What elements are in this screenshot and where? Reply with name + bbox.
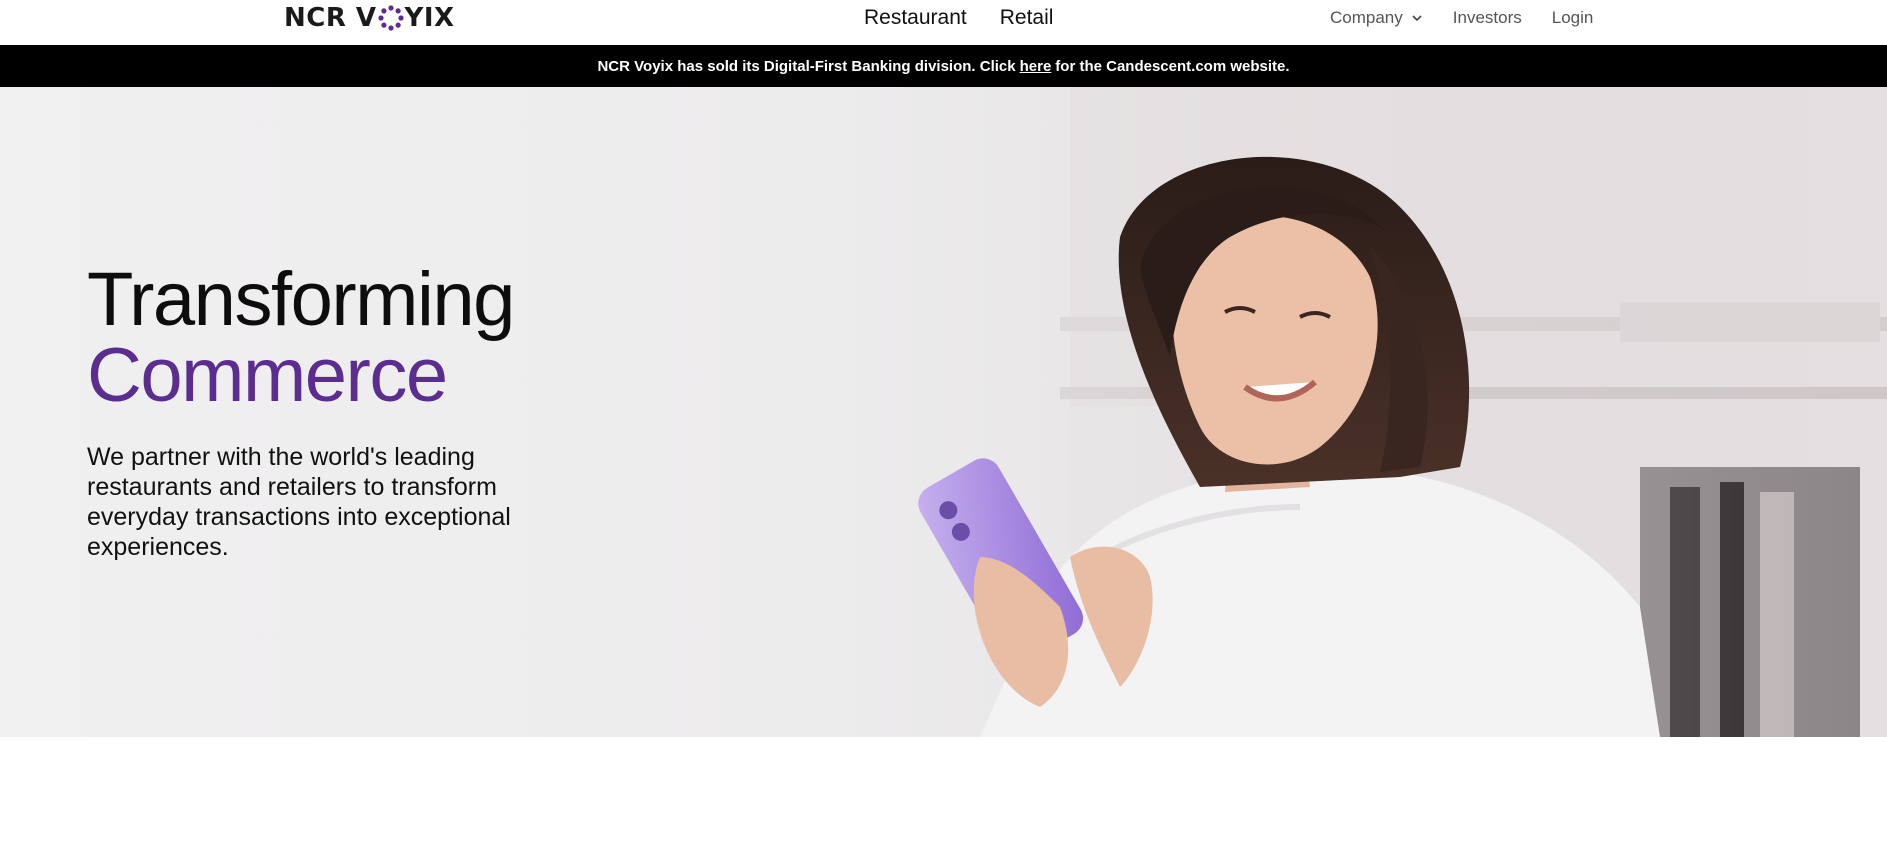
investors-link[interactable]: Investors [1453, 7, 1522, 29]
company-dropdown[interactable]: Company [1330, 7, 1423, 29]
logo-text-right: YIX [404, 3, 455, 33]
site-header: NCR V YIX Restaurant Retail Company Inve… [0, 0, 1887, 45]
hero-headline: Transforming Commerce [87, 262, 547, 414]
logo-text-left: NCR V [284, 3, 377, 33]
nav-retail-link[interactable]: Retail [1000, 4, 1054, 32]
login-link[interactable]: Login [1552, 7, 1594, 29]
logo-dots-icon [377, 5, 404, 31]
banner-text-before: NCR Voyix has sold its Digital-First Ban… [597, 57, 1016, 75]
ncr-voyix-logo[interactable]: NCR V YIX [284, 3, 455, 33]
logo-wordmark: NCR V YIX [284, 3, 455, 33]
main-nav: Restaurant Retail [864, 4, 1053, 32]
headline-line-1: Transforming [87, 257, 515, 342]
announcement-banner: NCR Voyix has sold its Digital-First Ban… [0, 45, 1887, 87]
utility-nav: Company Investors Login [1330, 7, 1593, 29]
chevron-down-icon [1412, 15, 1422, 22]
hero-text-block: Transforming Commerce We partner with th… [87, 262, 547, 562]
hero-section: Transforming Commerce We partner with th… [0, 87, 1887, 737]
banner-here-link[interactable]: here [1020, 58, 1052, 75]
headline-line-2: Commerce [87, 333, 448, 418]
content-area [0, 737, 1887, 842]
banner-text-after: for the Candescent.com website. [1055, 57, 1290, 75]
nav-restaurant-link[interactable]: Restaurant [864, 4, 967, 32]
hero-subhead: We partner with the world's leading rest… [87, 443, 511, 561]
company-label: Company [1330, 8, 1403, 27]
